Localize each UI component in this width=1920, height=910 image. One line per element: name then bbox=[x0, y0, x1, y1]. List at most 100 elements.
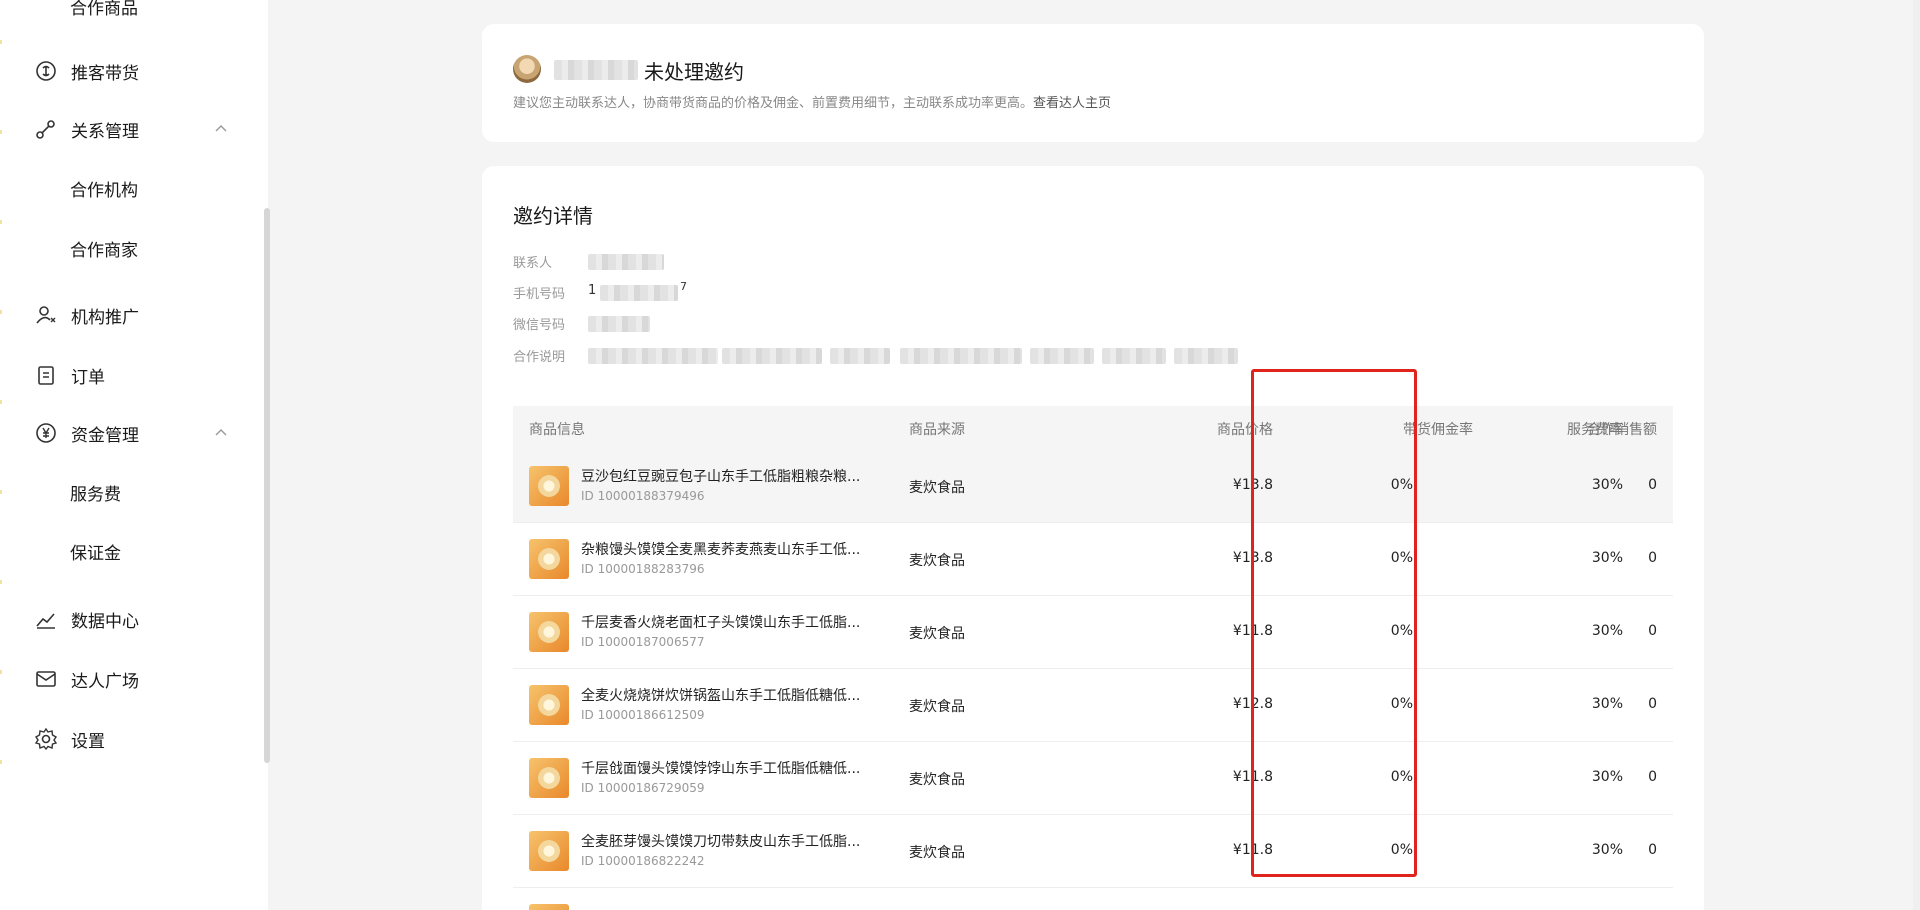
product-id: ID 10000186822242 bbox=[581, 854, 705, 868]
product-name[interactable]: 千层麦香火烧老面杠子头馍馍山东手工低脂... bbox=[581, 612, 881, 632]
header-product-source: 商品来源 bbox=[909, 422, 965, 438]
redacted-note-7 bbox=[1174, 348, 1238, 364]
sidebar-item-label: 合作机构 bbox=[70, 180, 138, 201]
redacted-phone bbox=[600, 285, 678, 301]
product-source: 麦炊食品 bbox=[909, 772, 965, 788]
sales-amount: 0 bbox=[1648, 550, 1657, 566]
product-thumbnail bbox=[529, 904, 569, 910]
product-thumbnail bbox=[529, 612, 569, 652]
wechat-label: 微信号码 bbox=[513, 318, 566, 333]
redacted-note-5 bbox=[1030, 348, 1094, 364]
sidebar-item-settings[interactable]: 设置 bbox=[0, 715, 260, 763]
sidebar-item-label: 订单 bbox=[71, 367, 105, 388]
view-talent-link[interactable]: 查看达人主页 bbox=[1033, 96, 1111, 111]
product-price: ¥12.8 bbox=[1232, 696, 1273, 712]
sidebar-item-label: 合作商家 bbox=[70, 240, 138, 261]
page-title: 未处理邀约 bbox=[644, 60, 744, 84]
avatar bbox=[513, 55, 541, 83]
table-row-partial[interactable] bbox=[513, 888, 1673, 910]
sidebar-item-label: 达人广场 bbox=[71, 671, 139, 692]
product-thumbnail bbox=[529, 758, 569, 798]
product-source: 麦炊食品 bbox=[909, 553, 965, 569]
invite-details-card: 邀约详情 联系人 手机号码 1 7 微信号码 合作说明 商品信息 商品来源 商品… bbox=[482, 166, 1704, 910]
mail-icon bbox=[34, 667, 58, 691]
table-row[interactable]: 豆沙包红豆豌豆包子山东手工低脂粗粮杂粮... ID 10000188379496… bbox=[513, 450, 1673, 523]
trend-icon bbox=[34, 607, 58, 631]
product-source: 麦炊食品 bbox=[909, 480, 965, 496]
header-product-info: 商品信息 bbox=[529, 422, 585, 438]
chevron-up-icon[interactable] bbox=[214, 426, 228, 440]
product-name[interactable]: 杂粮馒头馍馍全麦黑麦荞麦燕麦山东手工低... bbox=[581, 539, 881, 559]
sidebar-item-partner-merchants[interactable]: 合作商家 bbox=[0, 224, 260, 272]
phone-label: 手机号码 bbox=[513, 287, 566, 302]
product-price: ¥11.8 bbox=[1232, 842, 1273, 858]
table-row[interactable]: 千层戗面馒头馍馍饽饽山东手工低脂低糖低... ID 10000186729059… bbox=[513, 742, 1673, 815]
product-source: 麦炊食品 bbox=[909, 845, 965, 861]
sales-amount: 0 bbox=[1648, 477, 1657, 493]
sidebar: 合作商品 推客带货 关系管理 合作机构 合作商家 机构推广 订单 资金管理 服务… bbox=[0, 0, 270, 910]
sales-amount: 0 bbox=[1648, 696, 1657, 712]
product-thumbnail bbox=[529, 466, 569, 506]
relation-icon bbox=[34, 117, 58, 141]
table-row[interactable]: 千层麦香火烧老面杠子头馍馍山东手工低脂... ID 10000187006577… bbox=[513, 596, 1673, 669]
product-name[interactable]: 豆沙包红豆豌豆包子山东手工低脂粗粮杂粮... bbox=[581, 466, 881, 486]
sidebar-item-orders[interactable]: 订单 bbox=[0, 351, 260, 399]
sidebar-item-label: 推客带货 bbox=[71, 63, 139, 84]
product-name[interactable]: 全麦火烧烧饼炊饼锅盔山东手工低脂低糖低... bbox=[581, 685, 881, 705]
table-row[interactable]: 全麦胚芽馒头馍馍刀切带麸皮山东手工低脂... ID 10000186822242… bbox=[513, 815, 1673, 888]
sidebar-item-service-fee[interactable]: 服务费 bbox=[0, 468, 260, 516]
product-thumbnail bbox=[529, 539, 569, 579]
sidebar-item-talent-square[interactable]: 达人广场 bbox=[0, 655, 260, 703]
yen-icon bbox=[34, 421, 58, 445]
sidebar-item-relation-management[interactable]: 关系管理 bbox=[0, 105, 260, 153]
sidebar-item-partner-products[interactable]: 合作商品 bbox=[0, 0, 260, 30]
sidebar-item-data-center[interactable]: 数据中心 bbox=[0, 595, 260, 643]
product-price: ¥13.8 bbox=[1232, 477, 1273, 493]
sidebar-item-label: 数据中心 bbox=[71, 611, 139, 632]
sidebar-item-referral-sales[interactable]: 推客带货 bbox=[0, 47, 260, 95]
product-id: ID 10000187006577 bbox=[581, 635, 705, 649]
share-icon bbox=[34, 59, 58, 83]
product-name[interactable]: 千层戗面馒头馍馍饽饽山东手工低脂低糖低... bbox=[581, 758, 881, 778]
sidebar-item-label: 关系管理 bbox=[71, 121, 139, 142]
sidebar-item-label: 资金管理 bbox=[71, 425, 139, 446]
sidebar-item-label: 合作商品 bbox=[70, 0, 138, 19]
sidebar-item-label: 设置 bbox=[71, 731, 105, 752]
redacted-note-2 bbox=[722, 348, 822, 364]
contact-label: 联系人 bbox=[513, 256, 553, 271]
sidebar-item-org-promotion[interactable]: 机构推广 bbox=[0, 291, 260, 339]
product-id: ID 10000188283796 bbox=[581, 562, 705, 576]
table-row[interactable]: 全麦火烧烧饼炊饼锅盔山东手工低脂低糖低... ID 10000186612509… bbox=[513, 669, 1673, 742]
sidebar-item-label: 服务费 bbox=[70, 484, 121, 505]
chevron-up-icon[interactable] bbox=[214, 122, 228, 136]
product-id: ID 10000186729059 bbox=[581, 781, 705, 795]
product-thumbnail bbox=[529, 685, 569, 725]
redacted-username bbox=[554, 60, 638, 80]
sidebar-item-partner-orgs[interactable]: 合作机构 bbox=[0, 164, 260, 212]
sidebar-item-fund-management[interactable]: 资金管理 bbox=[0, 409, 260, 457]
header-sales-amount: 合作销售额 bbox=[1587, 422, 1657, 438]
note-label: 合作说明 bbox=[513, 350, 566, 365]
redacted-note-6 bbox=[1102, 348, 1166, 364]
product-source: 麦炊食品 bbox=[909, 626, 965, 642]
phone-visible-end: 7 bbox=[680, 280, 687, 293]
product-price: ¥13.8 bbox=[1232, 550, 1273, 566]
product-thumbnail bbox=[529, 831, 569, 871]
product-price: ¥11.8 bbox=[1232, 623, 1273, 639]
table-row[interactable]: 杂粮馒头馍馍全麦黑麦荞麦燕麦山东手工低... ID 10000188283796… bbox=[513, 523, 1673, 596]
gear-icon bbox=[34, 727, 58, 751]
clipboard-icon bbox=[34, 363, 58, 387]
pending-invite-card: 未处理邀约 建议您主动联系达人，协商带货商品的价格及佣金、前置费用细节，主动联系… bbox=[482, 24, 1704, 142]
phone-visible-start: 1 bbox=[588, 283, 597, 298]
user-promote-icon bbox=[34, 303, 58, 327]
sidebar-item-label: 保证金 bbox=[70, 543, 121, 564]
sales-amount: 0 bbox=[1648, 842, 1657, 858]
highlight-annotation-box bbox=[1251, 369, 1417, 877]
sidebar-scrollbar[interactable] bbox=[264, 208, 270, 763]
section-title: 邀约详情 bbox=[513, 204, 593, 228]
invite-hint: 建议您主动联系达人，协商带货商品的价格及佣金、前置费用细节，主动联系成功率更高。… bbox=[513, 92, 1111, 111]
page-scrollbar[interactable] bbox=[1913, 0, 1920, 910]
sidebar-item-deposit[interactable]: 保证金 bbox=[0, 527, 260, 575]
product-name[interactable]: 全麦胚芽馒头馍馍刀切带麸皮山东手工低脂... bbox=[581, 831, 881, 851]
redacted-note-3 bbox=[830, 348, 890, 364]
